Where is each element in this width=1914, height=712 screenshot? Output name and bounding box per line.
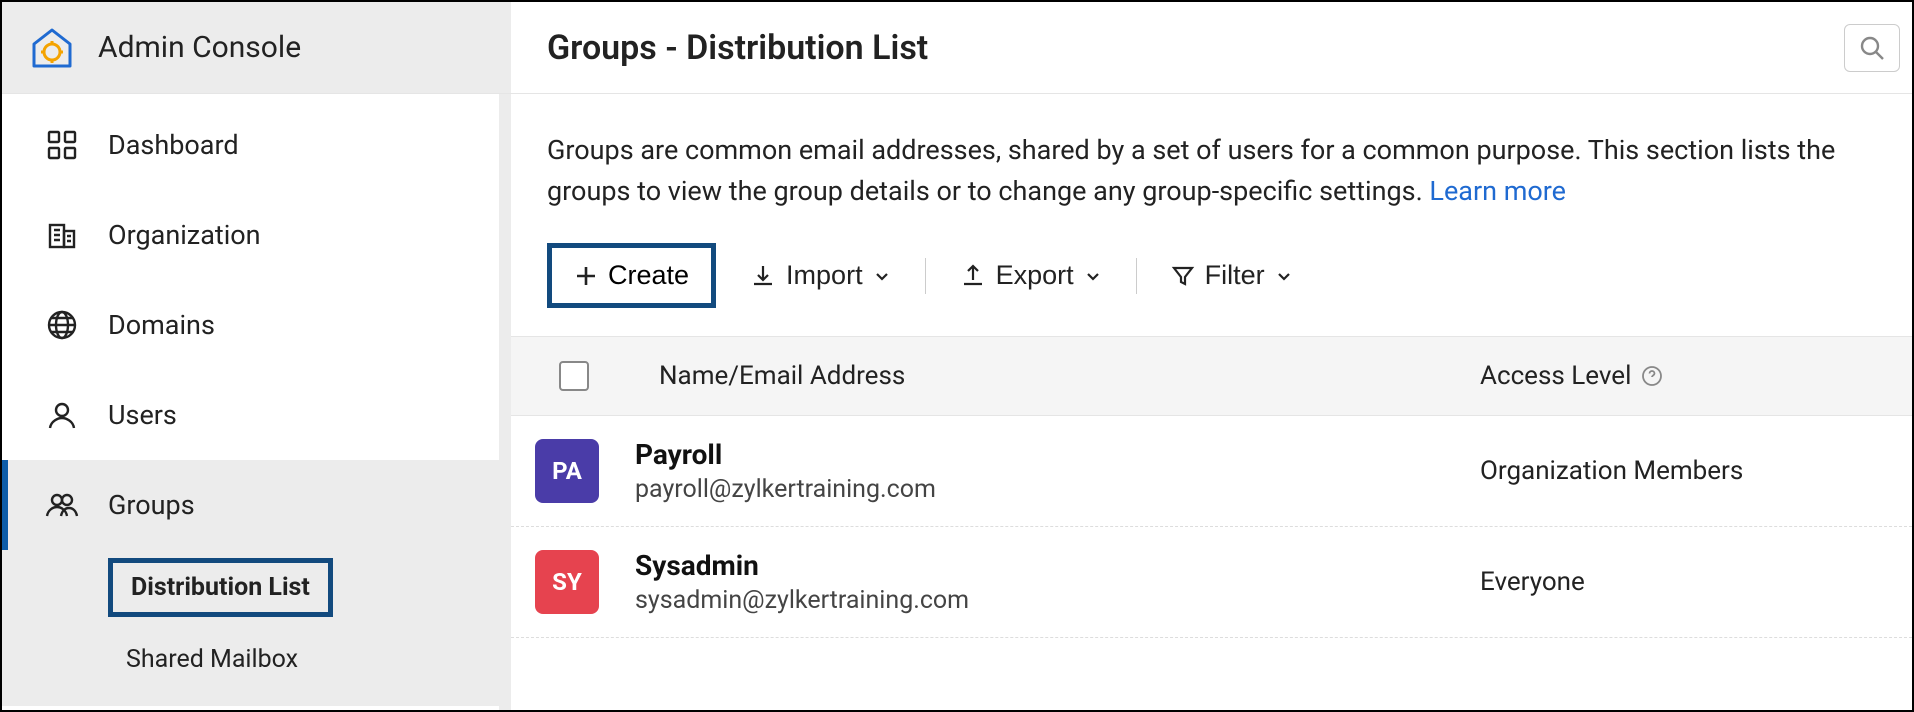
- sidebar: Admin Console Dashboard: [2, 2, 511, 710]
- learn-more-link[interactable]: Learn more: [1429, 175, 1566, 207]
- search-input[interactable]: [1844, 24, 1900, 72]
- sidebar-subnav-groups: Distribution List Shared Mailbox: [2, 550, 499, 706]
- globe-icon: [44, 307, 80, 343]
- import-label: Import: [786, 260, 863, 291]
- group-email: sysadmin@zylkertraining.com: [635, 586, 1480, 615]
- export-button[interactable]: Export: [954, 252, 1108, 299]
- sidebar-item-label: Organization: [108, 219, 261, 251]
- col-header-name[interactable]: Name/Email Address: [659, 361, 1480, 391]
- table-row[interactable]: PA Payroll payroll@zylkertraining.com Or…: [511, 416, 1912, 527]
- table-row[interactable]: SY Sysadmin sysadmin@zylkertraining.com …: [511, 527, 1912, 638]
- groups-icon: [44, 487, 80, 523]
- main-content: Groups - Distribution List Groups are co…: [511, 2, 1912, 710]
- chevron-down-icon: [873, 267, 891, 285]
- toolbar: Create Import Export: [511, 235, 1912, 336]
- filter-label: Filter: [1205, 260, 1265, 291]
- chevron-down-icon: [1084, 267, 1102, 285]
- sidebar-title: Admin Console: [98, 30, 301, 65]
- filter-button[interactable]: Filter: [1165, 252, 1299, 299]
- toolbar-divider: [925, 258, 926, 294]
- sidebar-item-users[interactable]: Users: [2, 370, 499, 460]
- group-access-level: Everyone: [1480, 567, 1912, 597]
- sidebar-nav: Dashboard Organization Domains: [2, 94, 511, 710]
- export-icon: [960, 263, 986, 289]
- group-avatar: PA: [535, 439, 599, 503]
- select-all-checkbox[interactable]: [559, 361, 589, 391]
- chevron-down-icon: [1275, 267, 1293, 285]
- col-header-access[interactable]: Access Level: [1480, 361, 1631, 391]
- sidebar-item-dashboard[interactable]: Dashboard: [2, 100, 499, 190]
- group-avatar: SY: [535, 550, 599, 614]
- create-button[interactable]: Create: [547, 243, 716, 308]
- sidebar-item-label: Dashboard: [108, 129, 239, 161]
- table-header: Name/Email Address Access Level: [511, 336, 1912, 416]
- sidebar-header: Admin Console: [2, 2, 511, 94]
- export-label: Export: [996, 260, 1074, 291]
- group-email: payroll@zylkertraining.com: [635, 475, 1480, 504]
- page-title: Groups - Distribution List: [547, 28, 928, 68]
- organization-icon: [44, 217, 80, 253]
- sidebar-item-label: Groups: [108, 489, 195, 521]
- table-body: PA Payroll payroll@zylkertraining.com Or…: [511, 416, 1912, 638]
- subnav-shared-mailbox[interactable]: Shared Mailbox: [108, 631, 316, 688]
- group-name: Payroll: [635, 438, 1480, 471]
- group-name: Sysadmin: [635, 549, 1480, 582]
- plus-icon: [574, 264, 598, 288]
- admin-logo-icon: [28, 24, 76, 72]
- sidebar-item-groups[interactable]: Groups: [2, 460, 499, 550]
- import-button[interactable]: Import: [744, 252, 897, 299]
- subnav-distribution-list[interactable]: Distribution List: [108, 558, 333, 617]
- toolbar-divider: [1136, 258, 1137, 294]
- create-label: Create: [608, 260, 689, 291]
- import-icon: [750, 263, 776, 289]
- user-icon: [44, 397, 80, 433]
- sidebar-item-label: Domains: [108, 309, 215, 341]
- sidebar-item-label: Users: [108, 399, 177, 431]
- main-header: Groups - Distribution List: [511, 2, 1912, 94]
- dashboard-icon: [44, 127, 80, 163]
- sidebar-item-organization[interactable]: Organization: [2, 190, 499, 280]
- group-access-level: Organization Members: [1480, 456, 1912, 486]
- description-text: Groups are common email addresses, share…: [547, 134, 1835, 207]
- help-icon[interactable]: [1641, 365, 1663, 387]
- sidebar-item-domains[interactable]: Domains: [2, 280, 499, 370]
- filter-icon: [1171, 264, 1195, 288]
- page-description: Groups are common email addresses, share…: [511, 94, 1912, 235]
